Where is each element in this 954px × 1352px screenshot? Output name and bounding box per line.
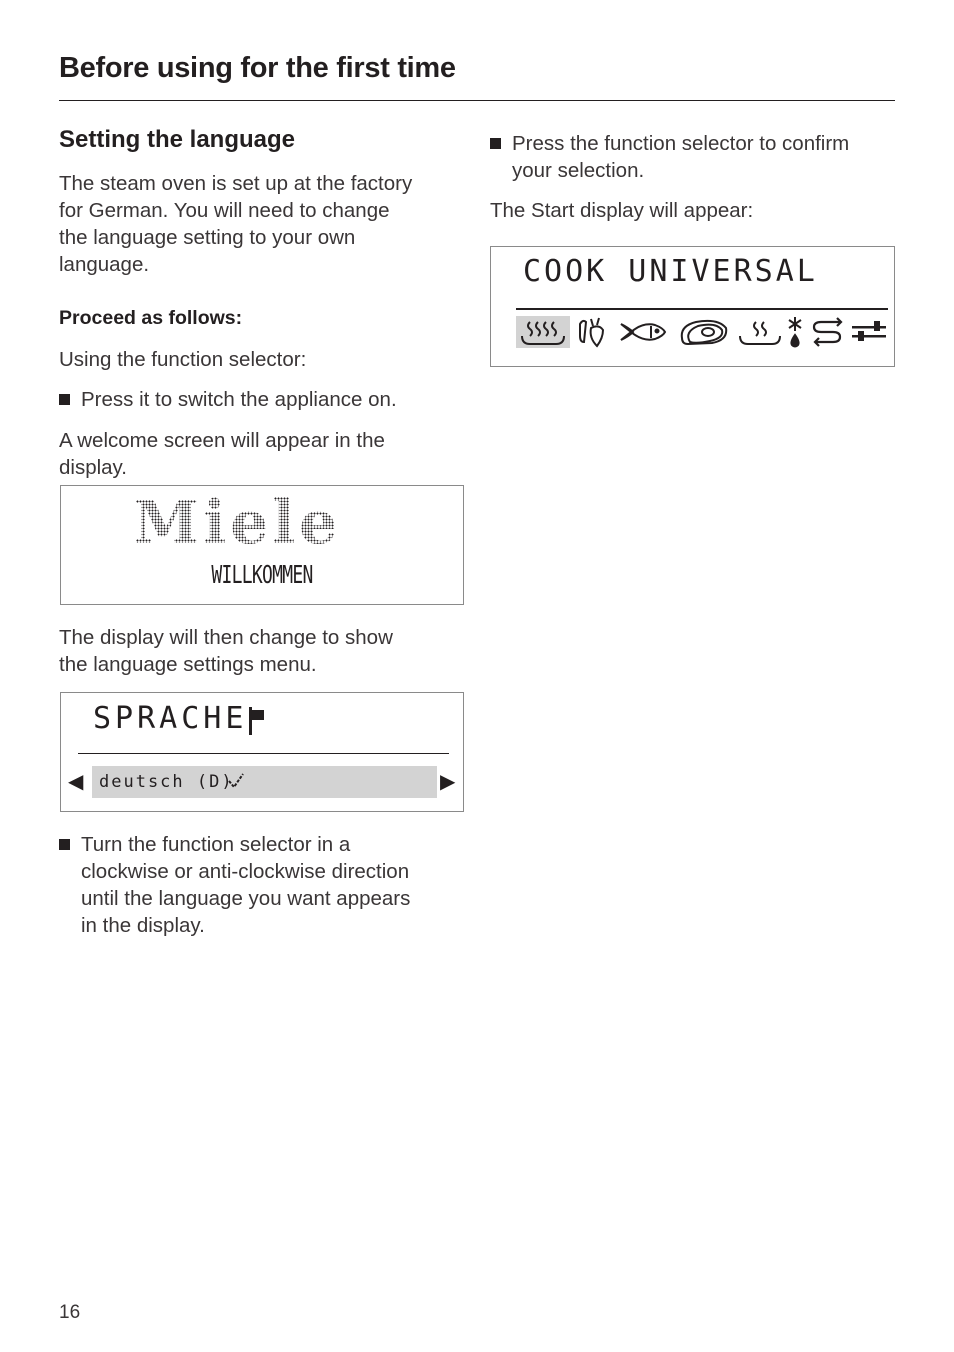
page-title: Before using for the first time bbox=[59, 52, 456, 84]
miele-logo: Miele bbox=[133, 488, 342, 558]
intro-paragraph: The steam oven is set up at the factory … bbox=[59, 170, 459, 278]
language-menu-title: SPRACHE bbox=[93, 701, 248, 736]
right-arrow-icon[interactable]: ▶ bbox=[440, 772, 455, 792]
universal-cooking-icon[interactable] bbox=[520, 318, 566, 346]
settings-icon[interactable] bbox=[851, 319, 887, 345]
display-divider bbox=[516, 308, 888, 310]
bullet-square-icon bbox=[59, 394, 70, 405]
flag-icon bbox=[247, 707, 269, 737]
checkmark-icon bbox=[228, 773, 246, 789]
proceed-heading: Proceed as follows: bbox=[59, 307, 243, 329]
using-selector-text: Using the function selector: bbox=[59, 348, 307, 371]
vegetables-icon[interactable] bbox=[577, 316, 607, 348]
intro-line: for German. You will need to change bbox=[59, 199, 390, 222]
start-display: COOK UNIVERSAL bbox=[490, 246, 895, 367]
defrost-icon[interactable] bbox=[786, 315, 804, 349]
bullet-square-icon bbox=[59, 839, 70, 850]
section-title: Setting the language bbox=[59, 126, 296, 153]
welcome-display: Miele WILLKOMMEN bbox=[60, 485, 464, 605]
start-display-text: The Start display will appear: bbox=[490, 199, 754, 222]
bullet-square-icon bbox=[490, 138, 501, 149]
menu-cooking-icon[interactable] bbox=[811, 317, 843, 347]
menu-divider bbox=[78, 753, 449, 754]
language-display: SPRACHE ◀ deutsch (D) ▶ bbox=[60, 692, 464, 812]
intro-line: language. bbox=[59, 253, 150, 276]
title-divider bbox=[59, 100, 895, 101]
step-turn-selector: Turn the function selector in a clockwis… bbox=[59, 831, 469, 939]
left-arrow-icon[interactable]: ◀ bbox=[68, 772, 83, 792]
fish-icon[interactable] bbox=[619, 320, 667, 344]
step-switch-on: Press it to switch the appliance on. bbox=[59, 386, 459, 413]
change-paragraph: The display will then change to show the… bbox=[59, 626, 393, 676]
intro-line: The steam oven is set up at the factory bbox=[59, 172, 413, 195]
step-confirm: Press the function selector to confirm y… bbox=[490, 130, 900, 184]
welcome-message: WILLKOMMEN bbox=[211, 560, 313, 589]
language-option-selected[interactable]: deutsch (D) bbox=[92, 766, 437, 798]
welcome-paragraph: A welcome screen will appear in the disp… bbox=[59, 429, 385, 479]
page-number: 16 bbox=[59, 1302, 81, 1323]
intro-line: the language setting to your own bbox=[59, 226, 356, 249]
meat-icon[interactable] bbox=[678, 318, 730, 346]
start-display-title: COOK UNIVERSAL bbox=[523, 254, 818, 289]
language-option-label: deutsch (D) bbox=[99, 772, 234, 792]
reheat-icon[interactable] bbox=[738, 318, 782, 346]
